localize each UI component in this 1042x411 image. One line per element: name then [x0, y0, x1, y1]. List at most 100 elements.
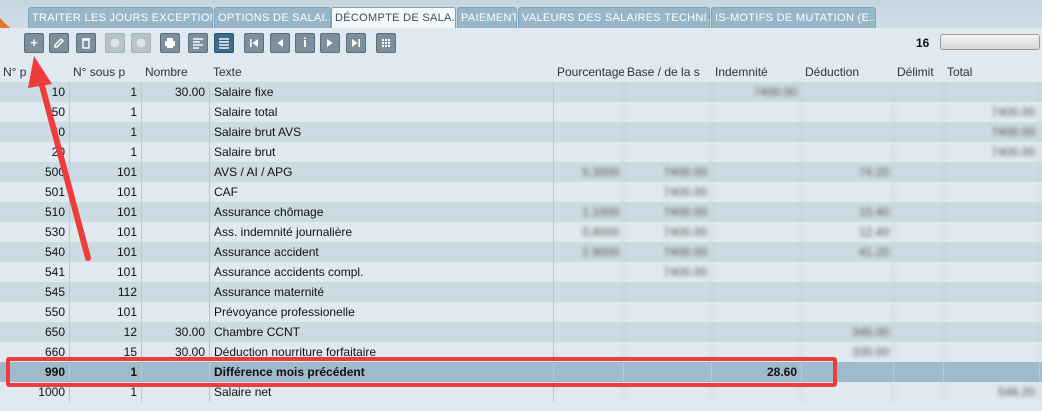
plus-icon: +: [30, 35, 38, 50]
tab-decompte-salaire[interactable]: DÉCOMPTE DE SALA...: [331, 7, 456, 28]
table-row[interactable]: 550 101 Prévoyance professionelle: [0, 302, 1042, 322]
table-row[interactable]: 541 101 Assurance accidents compl. 7400.00: [0, 262, 1042, 282]
tab-valeurs-salaires[interactable]: VALEURS DES SALAIRES TECHNI...: [518, 7, 710, 28]
tab-jours-exception[interactable]: TRAITER LES JOURS EXCEPTION...: [28, 7, 213, 28]
table-row[interactable]: 510 101 Assurance chômage 1.1000 7400.00 15.4…: [0, 202, 1042, 222]
cell-no: 10: [0, 82, 70, 102]
table-row[interactable]: 1000 1 Salaire net 548.20: [0, 382, 1042, 402]
table-row[interactable]: 501 101 CAF 7400.00: [0, 182, 1042, 202]
previous-icon: [277, 39, 283, 47]
form-view-button[interactable]: [188, 33, 208, 53]
cell-base: 7400.00: [624, 242, 712, 262]
confirm-button[interactable]: [105, 33, 125, 53]
print-button[interactable]: [160, 33, 180, 53]
table-row[interactable]: 545 112 Assurance maternité: [0, 282, 1042, 302]
cell-nombre: [142, 262, 210, 282]
cell-nombre: 30.00: [142, 342, 210, 362]
cell-sous: 101: [70, 162, 142, 182]
cell-total: [944, 202, 1040, 222]
table-row[interactable]: 530 101 Ass. indemnité journalière 0.8000 74…: [0, 222, 1042, 242]
cell-indemnite: [712, 302, 802, 322]
cell-total: [944, 162, 1040, 182]
edit-button[interactable]: [49, 33, 69, 53]
cell-base: 7400.00: [624, 222, 712, 242]
info-button[interactable]: i: [295, 33, 315, 53]
col-header-sous[interactable]: N° sous p: [70, 62, 142, 82]
cell-sous: 1: [70, 122, 142, 142]
cell-deduction: 12.40: [802, 222, 894, 242]
cell-sous: 101: [70, 222, 142, 242]
cell-no: 990: [0, 362, 70, 382]
col-header-indemnite[interactable]: Indemnité: [712, 62, 802, 82]
cell-no: 545: [0, 282, 70, 302]
record-count: 16: [916, 36, 930, 50]
cell-nombre: [142, 102, 210, 122]
cell-nombre: [142, 222, 210, 242]
cell-delimit: [894, 102, 944, 122]
next-record-button[interactable]: [320, 33, 340, 53]
col-header-total[interactable]: Total: [944, 62, 1040, 82]
cell-pourcentage: 1.1000: [554, 202, 624, 222]
table-row[interactable]: 50 1 Salaire total 7400.00: [0, 102, 1042, 122]
cell-delimit: [894, 322, 944, 342]
cell-base: 7400.00: [624, 162, 712, 182]
record-progress-bar: [940, 34, 1040, 50]
table-row[interactable]: 650 12 30.00 Chambre CCNT 345.00: [0, 322, 1042, 342]
cell-pourcentage: [554, 382, 624, 402]
col-header-deduction[interactable]: Déduction: [802, 62, 894, 82]
cell-base: [624, 362, 712, 382]
tab-paiement[interactable]: PAIEMENT: [457, 7, 517, 28]
col-header-no[interactable]: N° p: [0, 62, 70, 82]
cell-base: [624, 142, 712, 162]
cell-texte: Assurance chômage: [210, 202, 554, 222]
table-row[interactable]: 660 15 30.00 Déduction nourriture forfaitai…: [0, 342, 1042, 362]
list-view-button[interactable]: [214, 33, 234, 53]
cell-no: 501: [0, 182, 70, 202]
first-record-button[interactable]: [244, 33, 264, 53]
cell-total: 7400.00: [944, 122, 1040, 142]
col-header-base[interactable]: Base / de la s: [624, 62, 712, 82]
tab-options-salaire[interactable]: OPTIONS DE SALAI...: [214, 7, 331, 28]
cell-delimit: [894, 382, 944, 402]
col-header-nombre[interactable]: Nombre: [142, 62, 210, 82]
cell-sous: 101: [70, 242, 142, 262]
table-row[interactable]: 500 101 AVS / AI / APG 5.3000 7400.00 74.20: [0, 162, 1042, 182]
table-row[interactable]: 540 101 Assurance accident 2.9000 7400.00 41.…: [0, 242, 1042, 262]
add-button[interactable]: +: [24, 33, 44, 53]
table-row-selected[interactable]: 990 1 Différence mois précédent 28.60: [0, 362, 1042, 382]
table-row[interactable]: 20 1 Salaire brut 7400.00: [0, 142, 1042, 162]
col-header-texte[interactable]: Texte: [210, 62, 554, 82]
cell-base: [624, 122, 712, 142]
calculator-button[interactable]: [376, 33, 396, 53]
cell-deduction: 15.40: [802, 202, 894, 222]
cell-no: 660: [0, 342, 70, 362]
cell-sous: 101: [70, 202, 142, 222]
cell-delimit: [894, 202, 944, 222]
cell-texte: Différence mois précédent: [210, 362, 554, 382]
previous-record-button[interactable]: [270, 33, 290, 53]
delete-button[interactable]: [76, 33, 96, 53]
cell-total: 7400.00: [944, 102, 1040, 122]
cell-no: 1000: [0, 382, 70, 402]
cell-base: [624, 82, 712, 102]
cell-total: [944, 82, 1040, 102]
table-row[interactable]: 40 1 Salaire brut AVS 7400.00: [0, 122, 1042, 142]
cell-no: 650: [0, 322, 70, 342]
pencil-icon: [54, 37, 65, 48]
first-icon: [250, 39, 258, 47]
info-icon: i: [303, 35, 307, 50]
cell-nombre: [142, 382, 210, 402]
cell-deduction: [802, 82, 894, 102]
last-record-button[interactable]: [346, 33, 366, 53]
cell-nombre: [142, 162, 210, 182]
cell-nombre: [142, 362, 210, 382]
tab-is-motifs[interactable]: IS-MOTIFS DE MUTATION (E...: [711, 7, 876, 28]
cell-deduction: [802, 182, 894, 202]
table-row[interactable]: 10 1 30.00 Salaire fixe 7400.00: [0, 82, 1042, 102]
col-header-delimit[interactable]: Délimit: [894, 62, 944, 82]
col-header-pourcentage[interactable]: Pourcentage: [554, 62, 624, 82]
cancel-button[interactable]: [131, 33, 151, 53]
cell-pourcentage: [554, 322, 624, 342]
cell-texte: Assurance maternité: [210, 282, 554, 302]
cell-delimit: [894, 122, 944, 142]
